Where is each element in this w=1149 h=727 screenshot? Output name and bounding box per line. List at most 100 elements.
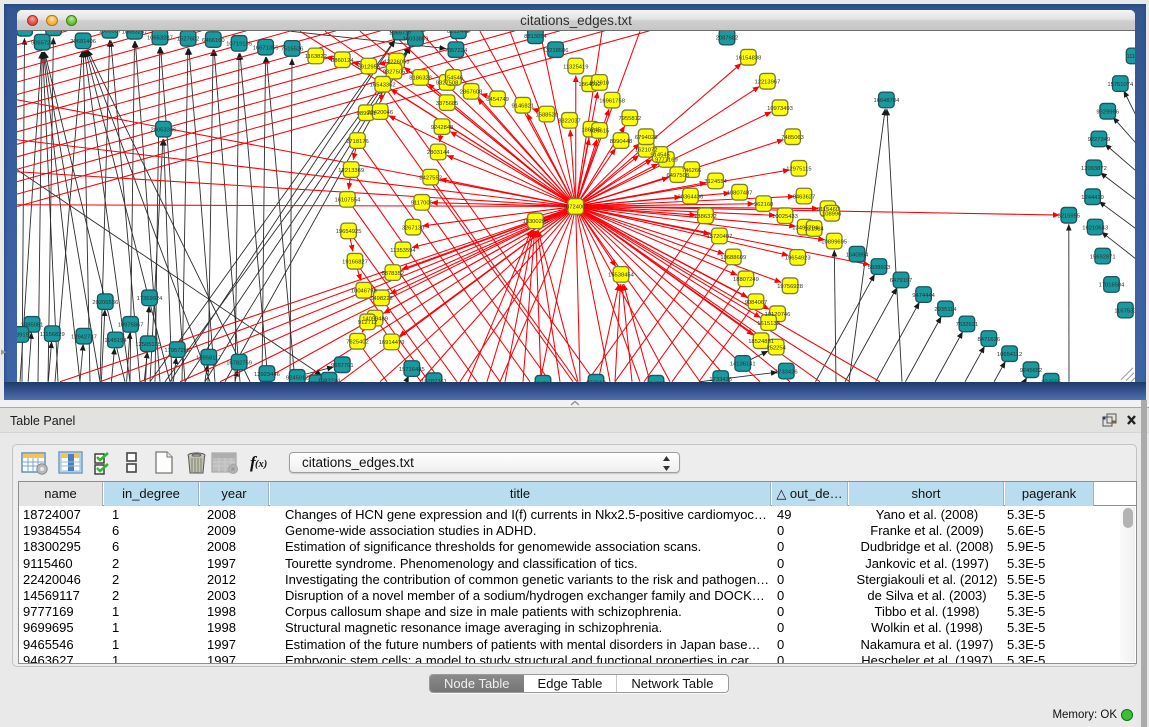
svg-text:8012443: 8012443 <box>447 31 470 35</box>
svg-text:15692971: 15692971 <box>1090 254 1116 260</box>
svg-text:12975115: 12975115 <box>786 167 811 173</box>
svg-text:16782759: 16782759 <box>226 360 252 366</box>
svg-text:20691406: 20691406 <box>70 39 96 45</box>
svg-text:6794028: 6794028 <box>635 135 658 141</box>
svg-text:8427552: 8427552 <box>419 175 442 181</box>
svg-text:10654112: 10654112 <box>997 352 1022 358</box>
svg-text:1167533: 1167533 <box>1114 308 1135 314</box>
svg-text:16210643: 16210643 <box>1082 225 1108 231</box>
svg-text:7625402: 7625402 <box>346 339 369 345</box>
svg-text:9227349: 9227349 <box>1088 137 1111 143</box>
svg-text:13218506: 13218506 <box>543 48 569 54</box>
svg-text:1733426: 1733426 <box>775 369 798 375</box>
svg-text:8813054: 8813054 <box>524 34 547 40</box>
svg-text:2935114: 2935114 <box>934 307 957 313</box>
svg-text:16107554: 16107554 <box>335 198 362 204</box>
svg-text:16671355: 16671355 <box>253 45 279 51</box>
svg-text:1093244: 1093244 <box>318 378 341 382</box>
svg-text:108996: 108996 <box>822 211 841 217</box>
svg-text:15751074: 15751074 <box>1107 82 1134 88</box>
svg-text:9657791: 9657791 <box>331 363 354 369</box>
svg-text:(x): (x) <box>255 459 267 470</box>
svg-text:11123: 11123 <box>1126 54 1135 60</box>
svg-text:10975867: 10975867 <box>118 323 144 329</box>
svg-text:1498222: 1498222 <box>370 296 393 302</box>
svg-text:1906557: 1906557 <box>99 31 122 34</box>
svg-text:1385061: 1385061 <box>21 323 44 329</box>
svg-text:3215955: 3215955 <box>1058 213 1081 219</box>
svg-text:7485063: 7485063 <box>781 135 804 141</box>
svg-text:18524851: 18524851 <box>748 339 774 345</box>
svg-text:6479197: 6479197 <box>890 278 913 284</box>
svg-text:12213369: 12213369 <box>338 168 364 174</box>
svg-text:1588520: 1588520 <box>536 112 559 118</box>
svg-text:20053346: 20053346 <box>151 127 177 133</box>
svg-text:9117006: 9117006 <box>411 201 433 207</box>
svg-text:19756928: 19756928 <box>777 284 803 290</box>
svg-text:1640954: 1640954 <box>846 252 869 258</box>
svg-text:9055721: 9055721 <box>31 40 54 46</box>
svg-text:12093872: 12093872 <box>1081 166 1107 172</box>
svg-text:16543362: 16543362 <box>370 82 396 88</box>
svg-text:17359924: 17359924 <box>137 296 164 302</box>
svg-text:16648784: 16648784 <box>874 98 901 104</box>
svg-text:252254: 252254 <box>767 345 787 351</box>
svg-text:19654923: 19654923 <box>785 256 811 262</box>
svg-text:8322037: 8322037 <box>558 119 581 125</box>
svg-text:11353594: 11353594 <box>390 248 416 254</box>
svg-text:2803144: 2803144 <box>427 150 450 156</box>
svg-text:14136141: 14136141 <box>730 362 756 368</box>
svg-text:2718176: 2718176 <box>346 139 369 145</box>
svg-text:9146821: 9146821 <box>512 103 535 109</box>
svg-text:962160: 962160 <box>754 202 773 208</box>
svg-text:16961758: 16961758 <box>599 98 625 104</box>
svg-text:23420046: 23420046 <box>367 110 393 116</box>
svg-text:7386372: 7386372 <box>694 214 717 220</box>
svg-text:7632621: 7632621 <box>956 322 979 328</box>
svg-text:10719135: 10719135 <box>226 42 252 48</box>
svg-text:3124554: 3124554 <box>704 179 727 185</box>
svg-text:7357224: 7357224 <box>445 48 468 54</box>
svg-text:12505135: 12505135 <box>135 342 161 348</box>
svg-text:873012: 873012 <box>586 380 605 382</box>
svg-text:8471626: 8471626 <box>978 337 1001 343</box>
svg-text:154546: 154546 <box>444 76 463 82</box>
svg-text:12923446: 12923446 <box>254 372 280 378</box>
svg-text:912910: 912910 <box>590 81 609 87</box>
svg-text:1621072: 1621072 <box>635 148 658 154</box>
svg-text:1069717: 1069717 <box>389 31 412 36</box>
svg-text:1244419: 1244419 <box>1081 195 1104 201</box>
svg-text:10120746: 10120746 <box>765 312 791 318</box>
svg-text:2087682: 2087682 <box>716 35 739 41</box>
svg-text:10653287: 10653287 <box>147 35 173 41</box>
svg-text:9242848: 9242848 <box>431 125 454 131</box>
svg-text:7955812: 7955812 <box>619 116 642 122</box>
svg-text:17957255: 17957255 <box>164 348 190 354</box>
svg-text:9327505: 9327505 <box>383 69 406 75</box>
svg-text:10653267: 10653267 <box>122 31 148 35</box>
svg-text:10025433: 10025433 <box>772 214 798 220</box>
svg-text:8878352: 8878352 <box>382 271 405 277</box>
svg-text:131384: 131384 <box>804 227 824 233</box>
svg-text:18807249: 18807249 <box>733 277 759 283</box>
svg-text:8454749: 8454749 <box>486 97 509 103</box>
svg-text:17016504: 17016504 <box>1099 283 1126 289</box>
svg-text:9463627: 9463627 <box>793 194 816 200</box>
svg-text:1939159: 1939159 <box>17 333 32 339</box>
svg-text:912712: 912712 <box>358 320 377 326</box>
svg-text:8186328: 8186328 <box>409 76 432 82</box>
svg-text:10688609: 10688609 <box>720 255 746 261</box>
svg-text:12942737: 12942737 <box>71 334 97 340</box>
svg-text:10807487: 10807487 <box>727 190 753 196</box>
svg-text:10899695: 10899695 <box>821 239 847 245</box>
svg-text:15716485: 15716485 <box>399 367 425 373</box>
svg-text:10958117: 10958117 <box>196 355 221 361</box>
svg-text:15538454: 15538454 <box>608 273 635 279</box>
svg-text:18724007: 18724007 <box>563 205 589 211</box>
svg-text:16782361: 16782361 <box>421 379 447 382</box>
svg-text:8860124: 8860124 <box>331 58 354 64</box>
svg-text:8912955: 8912955 <box>358 64 381 70</box>
svg-text:15720407: 15720407 <box>707 234 733 240</box>
svg-text:16033809: 16033809 <box>403 37 429 43</box>
svg-text:16154838: 16154838 <box>736 55 762 61</box>
